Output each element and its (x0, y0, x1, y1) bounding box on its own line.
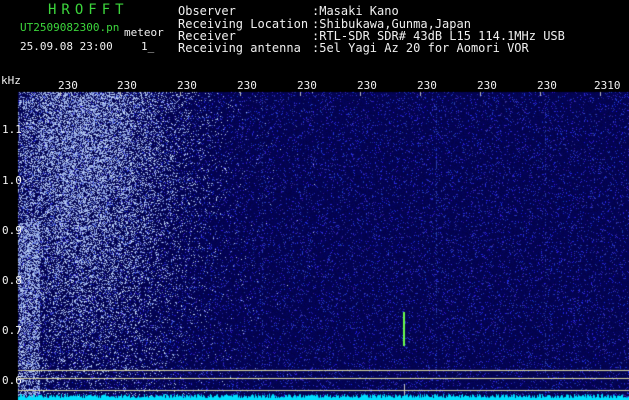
x-tick-label: 230 (537, 79, 557, 92)
y-axis-unit: kHz (1, 74, 21, 87)
brand-title: HROFFT (48, 2, 129, 18)
counter: 1_ (141, 40, 155, 53)
file-subtitle: meteor (124, 26, 164, 39)
value-antenna: :5el Yagi Az 20 for Aomori VOR (312, 41, 529, 55)
file-name: UT2509082300.pn (20, 21, 120, 34)
x-tick-label: 2310 (594, 79, 621, 92)
y-tick-label: 0.6 (2, 374, 22, 387)
label-observer: Observer (178, 4, 236, 18)
y-tick-label: 0.7 (2, 324, 22, 337)
x-tick-label: 230 (417, 79, 437, 92)
x-tick-label: 230 (357, 79, 377, 92)
waterfall-plot: kHz 230 230 230 230 230 230 230 230 230 … (0, 72, 629, 400)
header: HROFFT UT2509082300.pn meteor 25.09.08 2… (0, 0, 629, 72)
label-antenna: Receiving antenna (178, 41, 301, 55)
waterfall-canvas (0, 72, 629, 400)
y-tick-label: 0.9 (2, 224, 22, 237)
x-tick-label: 230 (237, 79, 257, 92)
x-tick-label: 230 (117, 79, 137, 92)
y-tick-label: 0.8 (2, 274, 22, 287)
value-observer: :Masaki Kano (312, 4, 399, 18)
date-time: 25.09.08 23:00 (20, 40, 113, 53)
y-tick-label: 1.0 (2, 174, 22, 187)
x-tick-label: 230 (477, 79, 497, 92)
x-tick-label: 230 (177, 79, 197, 92)
y-tick-label: 1.1 (2, 123, 22, 136)
x-tick-label: 230 (58, 79, 78, 92)
x-tick-label: 230 (297, 79, 317, 92)
